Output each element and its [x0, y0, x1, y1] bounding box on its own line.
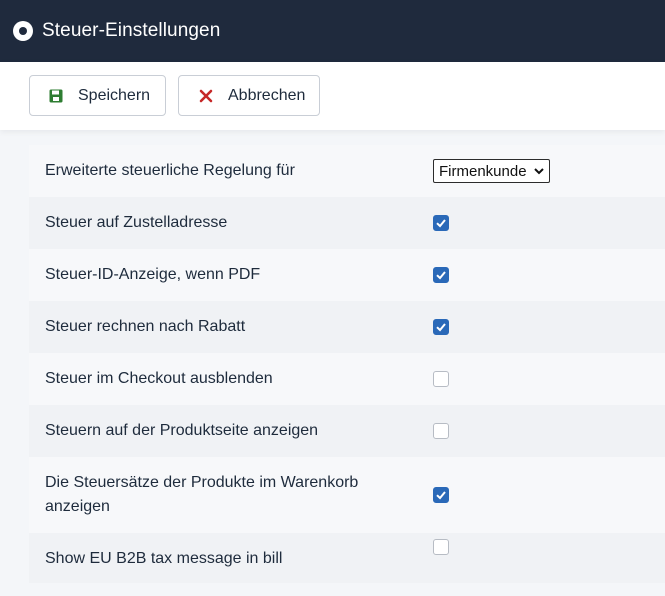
- radio-dot-icon: [13, 21, 33, 41]
- setting-label: Steuer-ID-Anzeige, wenn PDF: [45, 266, 261, 283]
- chevron-down-icon: [534, 168, 544, 175]
- settings-row: Steuer im Checkout ausblenden: [29, 353, 665, 405]
- save-button[interactable]: Speichern: [29, 75, 166, 116]
- setting-label: Steuer auf Zustelladresse: [45, 214, 228, 231]
- title-bar: Steuer-Einstellungen: [0, 0, 665, 62]
- settings-row: Steuer auf Zustelladresse: [29, 197, 665, 249]
- tax-id-pdf-checkbox[interactable]: [433, 267, 449, 283]
- cancel-button[interactable]: Abbrechen: [178, 75, 320, 116]
- checkmark-icon: [436, 219, 446, 228]
- checkmark-icon: [436, 271, 446, 280]
- page-title: Steuer-Einstellungen: [42, 20, 221, 41]
- setting-label: Steuern auf der Produktseite anzeigen: [45, 422, 319, 439]
- settings-row: Erweiterte steuerliche Regelung für Firm…: [29, 145, 665, 197]
- settings-row: Steuer-ID-Anzeige, wenn PDF: [29, 249, 665, 301]
- settings-row: Steuer rechnen nach Rabatt: [29, 301, 665, 353]
- setting-label: Show EU B2B tax message in bill: [45, 550, 283, 567]
- settings-row: Show EU B2B tax message in bill: [29, 533, 665, 583]
- tax-delivery-address-checkbox[interactable]: [433, 215, 449, 231]
- tax-after-discount-checkbox[interactable]: [433, 319, 449, 335]
- toolbar: Speichern Abbrechen: [0, 62, 665, 130]
- show-tax-rates-cart-checkbox[interactable]: [433, 487, 449, 503]
- show-tax-product-page-checkbox[interactable]: [433, 423, 449, 439]
- cancel-button-label: Abbrechen: [228, 86, 306, 104]
- floppy-disk-icon: [49, 89, 63, 102]
- setting-label: Steuer im Checkout ausblenden: [45, 370, 273, 387]
- hide-tax-checkout-checkbox[interactable]: [433, 371, 449, 387]
- setting-label: Die Steuersätze der Produkte im Warenkor…: [45, 474, 359, 515]
- customer-type-select[interactable]: Firmenkunde: [433, 159, 550, 183]
- setting-label: Steuer rechnen nach Rabatt: [45, 318, 246, 335]
- select-value: Firmenkunde: [439, 162, 527, 180]
- close-x-icon: [199, 89, 213, 102]
- save-button-label: Speichern: [78, 86, 151, 104]
- checkmark-icon: [436, 323, 446, 332]
- checkmark-icon: [436, 491, 446, 500]
- eu-b2b-tax-message-checkbox[interactable]: [433, 539, 449, 555]
- settings-row: Die Steuersätze der Produkte im Warenkor…: [29, 457, 665, 533]
- settings-panel: Erweiterte steuerliche Regelung für Firm…: [29, 145, 665, 583]
- settings-row: Steuern auf der Produktseite anzeigen: [29, 405, 665, 457]
- setting-label: Erweiterte steuerliche Regelung für: [45, 162, 295, 179]
